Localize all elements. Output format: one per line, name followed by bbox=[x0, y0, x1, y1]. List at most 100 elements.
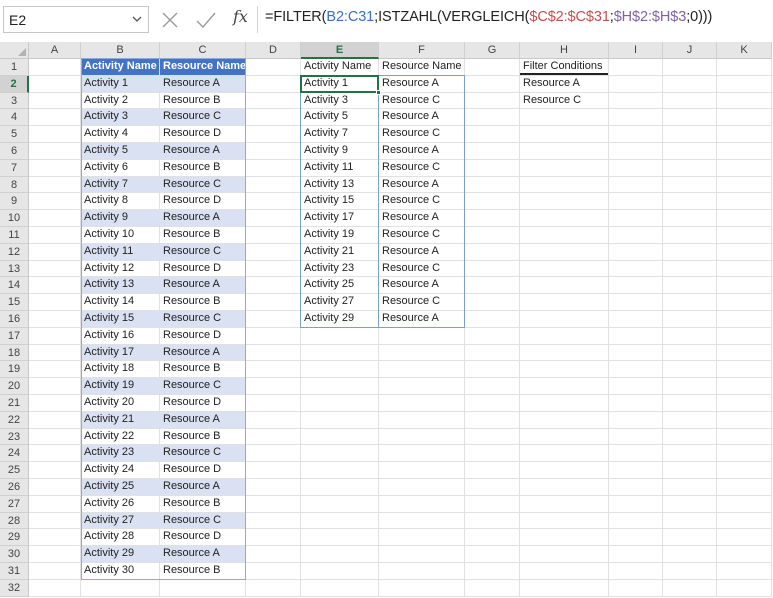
table-cell[interactable]: Activity 5 bbox=[81, 143, 159, 159]
column-header-a[interactable]: A bbox=[29, 42, 81, 59]
row-header-9[interactable]: 9 bbox=[0, 193, 29, 211]
result-cell[interactable]: Activity 21 bbox=[301, 244, 378, 260]
result-cell[interactable]: Resource A bbox=[379, 277, 464, 293]
result-cell[interactable]: Activity 23 bbox=[301, 261, 378, 277]
result-cell[interactable]: Resource A bbox=[379, 109, 464, 125]
row-header-20[interactable]: 20 bbox=[0, 378, 29, 395]
filter-condition-cell[interactable]: Resource C bbox=[520, 93, 608, 109]
insert-function-icon[interactable]: fx bbox=[233, 7, 248, 26]
table-cell[interactable]: Resource D bbox=[160, 261, 245, 277]
table-cell[interactable]: Resource A bbox=[160, 277, 245, 294]
table-cell[interactable]: Activity 4 bbox=[81, 126, 159, 142]
name-box[interactable]: E2 bbox=[3, 6, 149, 33]
row-header-18[interactable]: 18 bbox=[0, 344, 29, 362]
column-header-d[interactable]: D bbox=[246, 42, 301, 59]
table-cell[interactable]: Activity 23 bbox=[81, 445, 159, 462]
result-cell[interactable]: Resource C bbox=[379, 227, 464, 243]
table-cell[interactable]: Resource B bbox=[160, 227, 245, 243]
table-cell[interactable]: Activity 15 bbox=[81, 311, 159, 327]
table-cell[interactable]: Activity 10 bbox=[81, 227, 159, 243]
fill-handle[interactable] bbox=[376, 89, 381, 95]
row-header-21[interactable]: 21 bbox=[0, 395, 29, 412]
result-cell[interactable]: Activity 1 bbox=[301, 76, 378, 92]
row-header-5[interactable]: 5 bbox=[0, 126, 29, 143]
row-header-31[interactable]: 31 bbox=[0, 563, 29, 580]
result-cell[interactable]: Resource C bbox=[379, 261, 464, 277]
row-header-25[interactable]: 25 bbox=[0, 462, 29, 479]
table-cell[interactable]: Resource A bbox=[160, 546, 245, 562]
result-cell[interactable]: Activity 19 bbox=[301, 227, 378, 243]
result-cell[interactable]: Activity 7 bbox=[301, 126, 378, 142]
table-cell[interactable]: Resource C bbox=[160, 378, 245, 394]
table-cell[interactable]: Resource D bbox=[160, 126, 245, 142]
table-cell[interactable]: Resource D bbox=[160, 462, 245, 478]
table-cell[interactable]: Resource B bbox=[160, 361, 245, 377]
table-cell[interactable]: Resource A bbox=[160, 411, 245, 428]
table-cell[interactable]: Activity 14 bbox=[81, 294, 159, 310]
result-cell[interactable]: Resource A bbox=[379, 244, 464, 260]
row-header-19[interactable]: 19 bbox=[0, 361, 29, 379]
result-cell[interactable]: Activity 11 bbox=[301, 160, 378, 176]
row-header-8[interactable]: 8 bbox=[0, 176, 29, 194]
row-header-32[interactable]: 32 bbox=[0, 579, 29, 597]
result-cell[interactable]: Activity 3 bbox=[301, 93, 378, 109]
table-cell[interactable]: Activity 7 bbox=[81, 176, 159, 193]
table-header-cell[interactable]: Resource Name bbox=[160, 59, 245, 75]
column-header-i[interactable]: I bbox=[609, 42, 663, 59]
row-header-16[interactable]: 16 bbox=[0, 311, 29, 328]
check-icon[interactable] bbox=[195, 10, 217, 30]
table-cell[interactable]: Activity 1 bbox=[81, 75, 159, 92]
formula-input[interactable]: =FILTER(B2:C31;ISTZAHL(VERGLEICH($C$2:$C… bbox=[265, 9, 712, 25]
result-cell[interactable]: Activity 13 bbox=[301, 177, 378, 193]
table-cell[interactable]: Activity 9 bbox=[81, 210, 159, 226]
row-header-17[interactable]: 17 bbox=[0, 327, 29, 345]
result-cell[interactable]: Resource C bbox=[379, 294, 464, 310]
table-cell[interactable]: Activity 28 bbox=[81, 529, 159, 545]
table-cell[interactable]: Resource A bbox=[160, 210, 245, 226]
column-header-h[interactable]: H bbox=[520, 42, 609, 59]
row-header-1[interactable]: 1 bbox=[0, 59, 29, 76]
table-cell[interactable]: Activity 27 bbox=[81, 512, 159, 529]
row-header-3[interactable]: 3 bbox=[0, 92, 29, 110]
table-cell[interactable]: Resource B bbox=[160, 93, 245, 109]
result-header-cell[interactable]: Activity Name bbox=[301, 59, 378, 75]
result-cell[interactable]: Activity 9 bbox=[301, 143, 378, 159]
chevron-down-icon[interactable] bbox=[132, 14, 142, 24]
result-cell[interactable]: Resource A bbox=[379, 76, 464, 92]
table-cell[interactable]: Activity 19 bbox=[81, 378, 159, 394]
row-header-11[interactable]: 11 bbox=[0, 227, 29, 244]
result-cell[interactable]: Resource C bbox=[379, 93, 464, 109]
row-header-23[interactable]: 23 bbox=[0, 428, 29, 446]
result-cell[interactable]: Resource A bbox=[379, 311, 464, 327]
result-cell[interactable]: Resource C bbox=[379, 126, 464, 142]
row-header-13[interactable]: 13 bbox=[0, 260, 29, 278]
table-cell[interactable]: Activity 21 bbox=[81, 411, 159, 428]
table-cell[interactable]: Activity 6 bbox=[81, 160, 159, 176]
column-header-j[interactable]: J bbox=[663, 42, 717, 59]
result-cell[interactable]: Resource C bbox=[379, 160, 464, 176]
table-cell[interactable]: Activity 25 bbox=[81, 479, 159, 495]
table-cell[interactable]: Resource B bbox=[160, 563, 245, 579]
row-header-6[interactable]: 6 bbox=[0, 143, 29, 160]
table-cell[interactable]: Resource A bbox=[160, 344, 245, 361]
table-cell[interactable]: Activity 16 bbox=[81, 328, 159, 344]
table-cell[interactable]: Resource A bbox=[160, 479, 245, 495]
table-cell[interactable]: Resource C bbox=[160, 109, 245, 126]
table-cell[interactable]: Activity 29 bbox=[81, 546, 159, 562]
table-cell[interactable]: Activity 17 bbox=[81, 344, 159, 361]
row-header-12[interactable]: 12 bbox=[0, 243, 29, 261]
result-header-cell[interactable]: Resource Name bbox=[379, 59, 464, 75]
table-cell[interactable]: Resource B bbox=[160, 160, 245, 176]
table-cell[interactable]: Resource A bbox=[160, 75, 245, 92]
select-all-button[interactable] bbox=[0, 42, 29, 59]
table-cell[interactable]: Resource C bbox=[160, 445, 245, 462]
result-cell[interactable]: Activity 5 bbox=[301, 109, 378, 125]
table-cell[interactable]: Resource C bbox=[160, 311, 245, 327]
row-header-15[interactable]: 15 bbox=[0, 294, 29, 311]
row-header-22[interactable]: 22 bbox=[0, 411, 29, 429]
table-cell[interactable]: Resource C bbox=[160, 176, 245, 193]
table-cell[interactable]: Resource B bbox=[160, 429, 245, 445]
row-header-28[interactable]: 28 bbox=[0, 512, 29, 530]
result-cell[interactable]: Resource C bbox=[379, 193, 464, 209]
row-header-4[interactable]: 4 bbox=[0, 109, 29, 127]
